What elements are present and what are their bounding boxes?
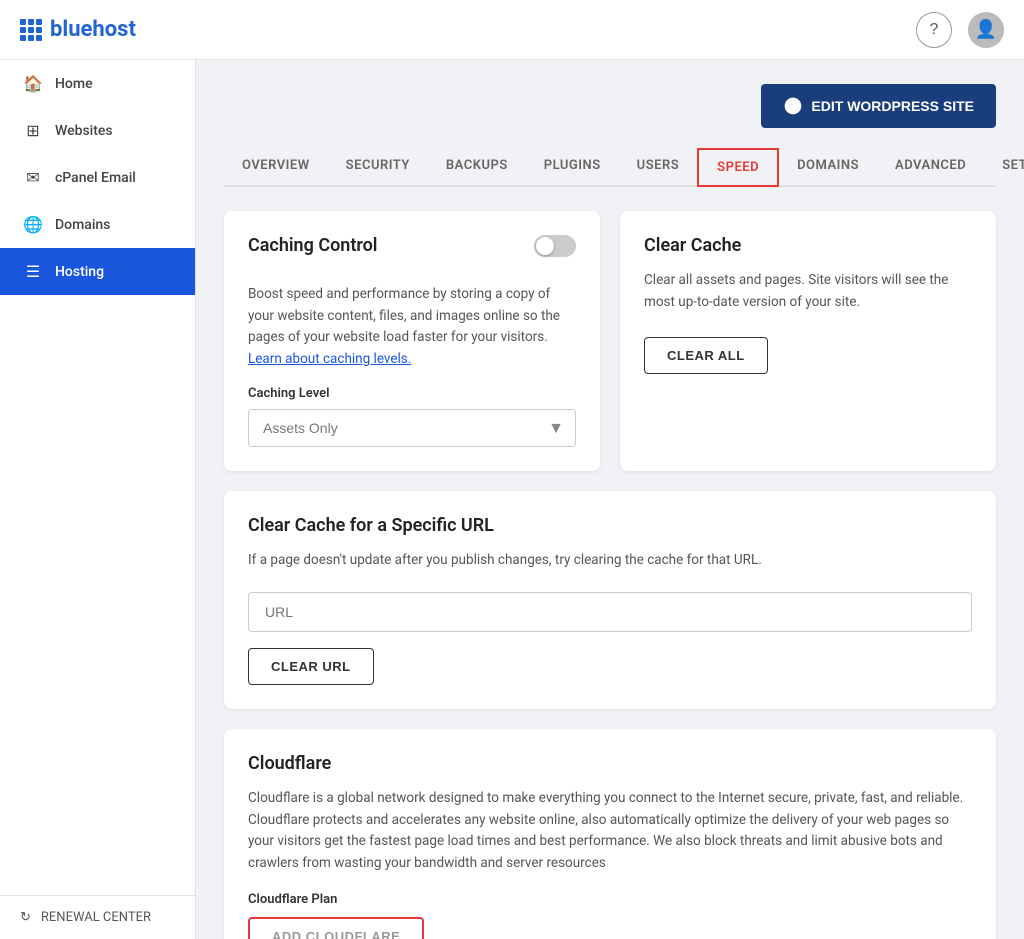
tab-settings[interactable]: SETTINGS	[984, 148, 1024, 187]
tab-plugins[interactable]: PLUGINS	[526, 148, 619, 187]
sidebar-item-domains[interactable]: 🌐 Domains	[0, 201, 195, 248]
tab-advanced[interactable]: ADVANCED	[877, 148, 984, 187]
tabs-row: OVERVIEW SECURITY BACKUPS PLUGINS USERS …	[224, 148, 996, 187]
content-area: EDIT WORDPRESS SITE OVERVIEW SECURITY BA…	[196, 60, 1024, 939]
home-icon: 🏠	[23, 74, 43, 93]
user-menu-button[interactable]: 👤	[968, 12, 1004, 48]
caching-level-select[interactable]: Assets Only Standard Maximum	[248, 409, 576, 447]
caching-control-title: Caching Control	[248, 235, 377, 256]
nav-icons: ? 👤	[916, 12, 1004, 48]
top-nav: bluehost ? 👤	[0, 0, 1024, 60]
add-cloudflare-button[interactable]: ADD CLOUDFLARE	[248, 917, 424, 939]
sidebar-item-websites[interactable]: ⊞ Websites	[0, 107, 195, 154]
cloudflare-card: Cloudflare Cloudflare is a global networ…	[224, 729, 996, 939]
logo-grid-icon	[20, 19, 42, 41]
cloudflare-description: Cloudflare is a global network designed …	[248, 788, 972, 874]
caching-learn-link[interactable]: Learn about caching levels.	[248, 351, 411, 367]
clear-cache-title: Clear Cache	[644, 235, 972, 256]
renewal-icon: ↻	[20, 910, 31, 925]
hosting-icon: ☰	[23, 262, 43, 281]
clear-cache-description: Clear all assets and pages. Site visitor…	[644, 270, 972, 313]
sidebar-item-hosting-label: Hosting	[55, 264, 104, 280]
tab-domains[interactable]: DOMAINS	[779, 148, 877, 187]
cards-row: Caching Control Boost speed and performa…	[224, 211, 996, 471]
edit-wordpress-button[interactable]: EDIT WORDPRESS SITE	[761, 84, 996, 128]
edit-btn-row: EDIT WORDPRESS SITE	[224, 84, 996, 128]
email-icon: ✉	[23, 168, 43, 187]
tab-security[interactable]: SECURITY	[328, 148, 428, 187]
tab-overview[interactable]: OVERVIEW	[224, 148, 328, 187]
sidebar: 🏠 Home ⊞ Websites ✉ cPanel Email 🌐 Domai…	[0, 60, 196, 939]
caching-control-header: Caching Control	[248, 235, 576, 270]
user-icon: 👤	[975, 19, 997, 40]
sidebar-item-domains-label: Domains	[55, 217, 110, 233]
sidebar-item-cpanel-email[interactable]: ✉ cPanel Email	[0, 154, 195, 201]
tab-speed[interactable]: SPEED	[697, 148, 779, 187]
sidebar-item-websites-label: Websites	[55, 123, 113, 139]
logo-text: bluehost	[50, 17, 136, 42]
sidebar-item-home-label: Home	[55, 76, 93, 92]
tab-users[interactable]: USERS	[619, 148, 698, 187]
help-icon: ?	[930, 21, 939, 39]
main-layout: 🏠 Home ⊞ Websites ✉ cPanel Email 🌐 Domai…	[0, 60, 1024, 939]
logo-area: bluehost	[20, 17, 136, 42]
sidebar-item-home[interactable]: 🏠 Home	[0, 60, 195, 107]
edit-wordpress-label: EDIT WORDPRESS SITE	[811, 98, 974, 114]
sidebar-item-hosting[interactable]: ☰ Hosting	[0, 248, 195, 295]
help-button[interactable]: ?	[916, 12, 952, 48]
websites-icon: ⊞	[23, 121, 43, 140]
clear-cache-card: Clear Cache Clear all assets and pages. …	[620, 211, 996, 471]
url-input[interactable]	[248, 592, 972, 632]
clear-url-description: If a page doesn't update after you publi…	[248, 550, 972, 572]
sidebar-item-cpanel-email-label: cPanel Email	[55, 170, 136, 186]
caching-description: Boost speed and performance by storing a…	[248, 284, 576, 370]
cloudflare-plan-label: Cloudflare Plan	[248, 892, 972, 907]
renewal-center-label: RENEWAL CENTER	[41, 910, 151, 925]
caching-level-select-wrapper: Assets Only Standard Maximum ▼	[248, 409, 576, 447]
caching-control-card: Caching Control Boost speed and performa…	[224, 211, 600, 471]
toggle-knob	[536, 237, 554, 255]
cloudflare-title: Cloudflare	[248, 753, 972, 774]
caching-toggle[interactable]	[534, 235, 576, 257]
domains-icon: 🌐	[23, 215, 43, 234]
clear-url-button[interactable]: CLEAR URL	[248, 648, 374, 685]
tab-backups[interactable]: BACKUPS	[428, 148, 526, 187]
clear-url-card: Clear Cache for a Specific URL If a page…	[224, 491, 996, 709]
wordpress-icon	[783, 96, 803, 116]
renewal-center-link[interactable]: ↻ RENEWAL CENTER	[0, 895, 195, 939]
clear-all-button[interactable]: CLEAR ALL	[644, 337, 768, 374]
caching-level-label: Caching Level	[248, 386, 576, 401]
clear-url-title: Clear Cache for a Specific URL	[248, 515, 972, 536]
